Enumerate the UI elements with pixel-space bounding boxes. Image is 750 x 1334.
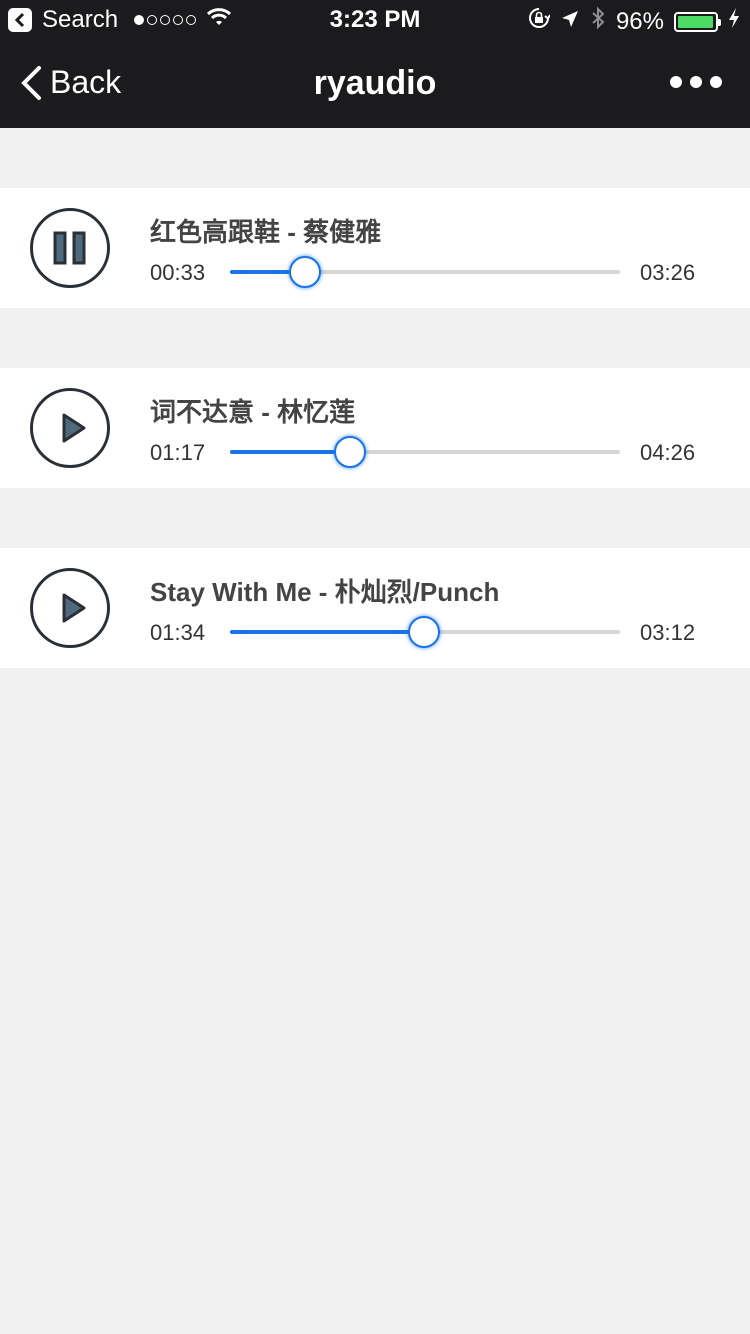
current-time: 00:33 <box>150 260 206 285</box>
status-bar: Search 3:23 PM 96% <box>0 0 750 40</box>
track-title: 红色高跟鞋 - 蔡健雅 <box>150 217 382 247</box>
slider-thumb[interactable] <box>289 256 322 288</box>
charging-icon <box>728 7 740 36</box>
play-button[interactable] <box>30 388 110 468</box>
progress-slider[interactable] <box>230 256 620 288</box>
play-button[interactable] <box>30 568 110 648</box>
track-card: 词不达意 - 林忆莲 01:17 04:26 <box>0 368 750 488</box>
more-options-icon[interactable] <box>670 76 722 88</box>
track-title: Stay With Me - 朴灿烈/Punch <box>150 577 500 607</box>
progress-fill <box>230 630 424 634</box>
track-card: 红色高跟鞋 - 蔡健雅 00:33 03:26 <box>0 188 750 308</box>
battery-level <box>678 15 713 28</box>
track-title: 词不达意 - 林忆莲 <box>150 397 356 427</box>
battery-icon <box>674 11 721 32</box>
pause-button[interactable] <box>30 208 110 288</box>
total-time: 03:12 <box>640 620 696 645</box>
nav-bar: Back ryaudio <box>0 40 750 128</box>
page-title: ryaudio <box>313 64 437 102</box>
track-card: Stay With Me - 朴灿烈/Punch 01:34 03:12 <box>0 548 750 668</box>
rotation-lock-icon <box>528 7 551 36</box>
battery-percent: 96% <box>615 7 664 35</box>
location-arrow-icon <box>560 8 580 36</box>
bluetooth-icon <box>590 6 606 37</box>
total-time: 04:26 <box>640 440 696 465</box>
slider-thumb[interactable] <box>333 436 366 468</box>
slider-thumb[interactable] <box>408 616 441 648</box>
pause-icon <box>53 231 86 265</box>
play-icon <box>62 413 86 443</box>
play-icon <box>62 593 86 623</box>
status-bar-right: 96% <box>528 6 740 37</box>
progress-slider[interactable] <box>230 436 620 468</box>
total-time: 03:26 <box>640 260 696 285</box>
progress-fill <box>230 450 349 454</box>
current-time: 01:17 <box>150 440 206 465</box>
current-time: 01:34 <box>150 620 206 645</box>
progress-slider[interactable] <box>230 616 620 648</box>
